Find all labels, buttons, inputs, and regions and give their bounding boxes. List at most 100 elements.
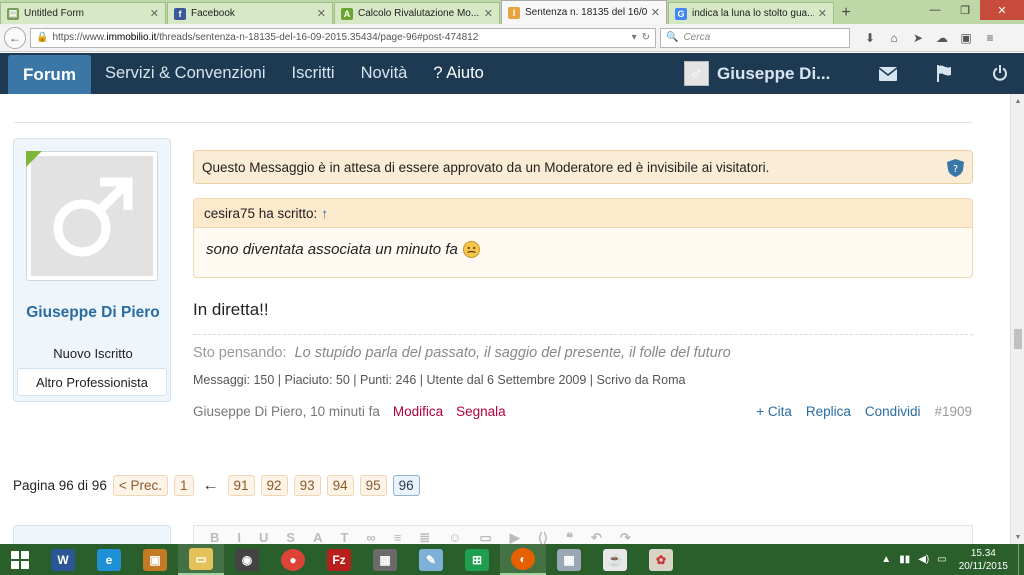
menu-icon[interactable]: ≡ <box>978 28 1002 48</box>
scroll-up-icon[interactable]: ▲ <box>1011 94 1024 108</box>
align-icon[interactable]: ≣ <box>419 531 430 545</box>
meta-author[interactable]: Giuseppe Di Piero <box>193 404 303 419</box>
back-arrow-icon[interactable]: ← <box>4 26 26 49</box>
browser-tab[interactable]: G indica la luna lo stolto gua... ✕ <box>668 2 834 24</box>
tab-close-icon[interactable]: ✕ <box>317 7 326 20</box>
store-app-icon[interactable]: ⊞ <box>454 544 500 575</box>
menu-item-novita[interactable]: Novità <box>361 64 408 83</box>
filezilla-app-icon[interactable]: Fz <box>316 544 362 575</box>
volume-icon[interactable]: ◀) <box>918 554 929 565</box>
reload-icon[interactable]: ↻ <box>642 32 650 43</box>
quote-insert-icon[interactable]: ❝ <box>566 531 573 545</box>
strike-icon[interactable]: S <box>286 531 295 545</box>
edit-link[interactable]: Modifica <box>393 404 443 419</box>
notification-icon[interactable]: ▭ <box>937 554 946 565</box>
media-icon[interactable]: ▶ <box>510 531 520 545</box>
taskbar-clock[interactable]: 15.34 20/11/2015 <box>959 547 1008 573</box>
tab-forum[interactable]: Forum <box>8 55 91 94</box>
chat-icon[interactable]: ☁ <box>930 28 954 48</box>
avatar[interactable] <box>26 151 158 281</box>
firefox-app-icon[interactable]: ◐ <box>500 544 546 575</box>
redo-icon[interactable]: ↷ <box>620 531 631 545</box>
page-scrollbar[interactable]: ▲ ▼ <box>1010 94 1024 544</box>
meta-time[interactable]: , 10 minuti fa <box>303 404 380 419</box>
bold-icon[interactable]: B <box>210 531 219 545</box>
chrome-app-icon[interactable]: ● <box>270 544 316 575</box>
share-button[interactable]: Condividi <box>865 404 921 419</box>
quote-jump-arrow[interactable]: ↑ <box>321 206 328 221</box>
page-link[interactable]: 92 <box>260 475 288 496</box>
undo-icon[interactable]: ↶ <box>591 531 602 545</box>
new-tab-icon[interactable]: + <box>835 2 857 24</box>
notes-app-icon[interactable]: ✎ <box>408 544 454 575</box>
maximize-icon[interactable]: ❐ <box>950 0 980 20</box>
code-icon[interactable]: ⟨⟩ <box>538 531 548 545</box>
tab-close-icon[interactable]: ✕ <box>484 7 493 20</box>
prev-page-button[interactable]: < Prec. <box>112 475 168 496</box>
image-icon[interactable]: ▭ <box>479 531 491 545</box>
menu-item-iscritti[interactable]: Iscritti <box>292 64 335 83</box>
italic-icon[interactable]: I <box>237 531 241 545</box>
explorer-app-icon[interactable]: ▭ <box>178 544 224 575</box>
browser-tab[interactable]: ▤ Untitled Form ✕ <box>0 2 166 24</box>
post-number[interactable]: #1909 <box>934 404 972 419</box>
minimize-icon[interactable]: — <box>920 0 950 20</box>
browser-tab-active[interactable]: I Sentenza n. 18135 del 16/0... ✕ <box>501 0 667 24</box>
power-icon[interactable] <box>972 65 1024 82</box>
menu-item-servizi[interactable]: Servizi & Convenzioni <box>105 64 266 83</box>
send-icon[interactable]: ➤ <box>906 28 930 48</box>
user-menu[interactable]: ♂ Giuseppe Di... <box>684 61 830 86</box>
java-app-icon[interactable]: ☕ <box>592 544 638 575</box>
author-rank: Nuovo Iscritto <box>53 346 133 361</box>
calculator-app-icon[interactable]: ▦ <box>546 544 592 575</box>
envelope-icon[interactable] <box>860 66 916 81</box>
film-app-icon[interactable]: ▦ <box>362 544 408 575</box>
tray-expand-icon[interactable]: ▲ <box>881 554 891 565</box>
address-bar[interactable]: 🔒 https://www.immobilio.it/threads/sente… <box>30 27 656 48</box>
page-link[interactable]: 93 <box>293 475 321 496</box>
tab-close-icon[interactable]: ✕ <box>150 7 159 20</box>
link-icon[interactable]: ∞ <box>366 531 375 545</box>
page-link-first[interactable]: 1 <box>173 475 194 496</box>
report-link[interactable]: Segnala <box>456 404 506 419</box>
network-icon[interactable]: ▮▮ <box>899 554 910 565</box>
media-app-icon[interactable]: ▣ <box>132 544 178 575</box>
word-app-icon[interactable]: W <box>40 544 86 575</box>
page-link[interactable]: 91 <box>227 475 255 496</box>
tab-close-icon[interactable]: ✕ <box>651 6 660 19</box>
page-jump-arrow[interactable]: ← <box>203 477 219 495</box>
tab-close-icon[interactable]: ✕ <box>818 7 827 20</box>
forum-menu: Servizi & Convenzioni Iscritti Novità ? … <box>105 53 484 94</box>
download-icon[interactable]: ⬇ <box>858 28 882 48</box>
menu-item-aiuto[interactable]: ? Aiuto <box>433 64 483 83</box>
home-icon[interactable]: ⌂ <box>882 28 906 48</box>
scroll-down-icon[interactable]: ▼ <box>1011 530 1024 544</box>
smiley-icon[interactable]: ☺ <box>448 531 461 545</box>
worried-smiley-icon <box>462 241 480 258</box>
author-name[interactable]: Giuseppe Di Piero <box>14 303 172 323</box>
scroll-thumb[interactable] <box>1014 329 1022 349</box>
reply-button[interactable]: Replica <box>806 404 851 419</box>
font-size-icon[interactable]: T <box>340 531 348 545</box>
underline-icon[interactable]: U <box>259 531 268 545</box>
browser-tab[interactable]: f Facebook ✕ <box>167 2 333 24</box>
page-link[interactable]: 95 <box>359 475 387 496</box>
browser-tab[interactable]: A Calcolo Rivalutazione Mo... ✕ <box>334 2 500 24</box>
windows-start-icon[interactable] <box>0 544 40 575</box>
font-color-icon[interactable]: A <box>313 531 322 545</box>
page-link-current[interactable]: 96 <box>392 475 420 496</box>
reply-editor-toolbar: B I U S A T ∞ ≡ ≣ ☺ ▭ ▶ ⟨⟩ ❝ ↶ ↷ <box>193 525 973 545</box>
extension-icon[interactable]: ▣ <box>954 28 978 48</box>
list-icon[interactable]: ≡ <box>394 531 402 545</box>
flag-icon[interactable] <box>916 65 972 82</box>
speaker-app-icon[interactable]: ◉ <box>224 544 270 575</box>
forum-navbar: Forum Servizi & Convenzioni Iscritti Nov… <box>0 53 1024 94</box>
window-close-icon[interactable]: ✕ <box>980 0 1024 20</box>
ie-app-icon[interactable]: e <box>86 544 132 575</box>
page-link[interactable]: 94 <box>326 475 354 496</box>
search-input[interactable]: 🔍 Cerca <box>660 27 850 48</box>
paint-app-icon[interactable]: ✿ <box>638 544 684 575</box>
dropdown-icon[interactable]: ▾ <box>632 32 637 43</box>
quote-button[interactable]: + Cita <box>756 404 792 419</box>
show-desktop-button[interactable] <box>1018 544 1024 575</box>
